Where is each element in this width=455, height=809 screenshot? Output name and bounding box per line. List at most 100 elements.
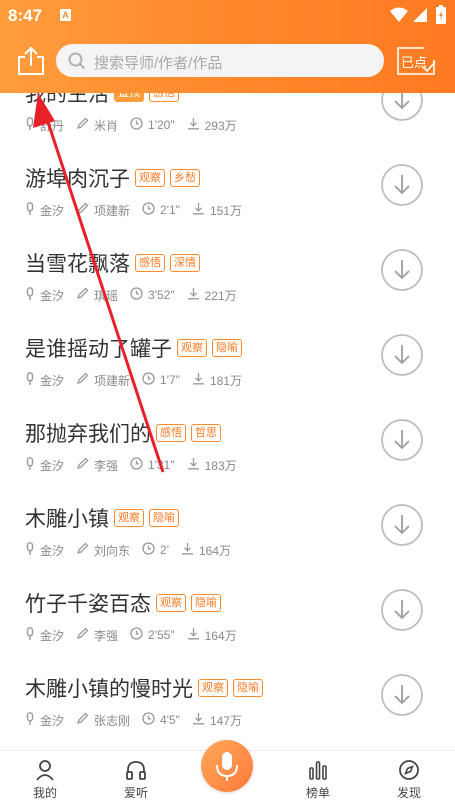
item-title: 当雪花飘落	[25, 253, 130, 276]
item-tag: 隐喻	[233, 679, 263, 697]
notification-icon: A	[60, 9, 71, 21]
list-item[interactable]: 木雕小镇 观察 隐喻 金汐 刘向东 2' 164万	[0, 504, 455, 589]
item-tag: 感悟	[156, 424, 186, 442]
download-button[interactable]	[381, 249, 423, 291]
item-tag: 隐喻	[149, 509, 179, 527]
tab-favorites[interactable]: 爱听	[101, 751, 171, 809]
item-title-row: 是谁摇动了罐子 观察 隐喻	[25, 333, 242, 363]
microphone-icon	[26, 201, 34, 215]
download-icon	[381, 334, 423, 376]
item-title-row: 当雪花飘落 感悟 深情	[25, 248, 200, 278]
item-duration: 1'20"	[148, 118, 175, 132]
item-duration: 2'55"	[148, 628, 175, 642]
item-downloads: 147万	[209, 713, 242, 728]
item-downloads: 183万	[204, 458, 237, 473]
download-icon	[381, 164, 423, 206]
clock-icon	[130, 627, 143, 640]
microphone-icon	[26, 541, 34, 555]
item-meta: 金汐 李强 2'55" 164万	[25, 626, 249, 644]
item-duration: 2'	[160, 543, 169, 557]
download-button[interactable]	[381, 93, 423, 121]
item-meta: 金汐 琪瑶 3'52" 221万	[25, 286, 249, 304]
item-author: 琪瑶	[94, 288, 119, 303]
item-duration: 2'1"	[160, 203, 180, 217]
list-item[interactable]: 游埠肉沉子 观察 乡愁 金汐 项建新 2'1" 151万	[0, 164, 455, 249]
download-icon	[381, 589, 423, 631]
list-item[interactable]: 是谁摇动了罐子 观察 隐喻 金汐 项建新 1'7" 181万	[0, 334, 455, 419]
search-bar[interactable]: 搜索导师/作者/作品	[56, 44, 384, 77]
item-tag: 观察	[156, 594, 186, 612]
item-title: 游埠肉沉子	[25, 168, 130, 191]
download-button[interactable]	[381, 334, 423, 376]
compass-icon	[399, 760, 419, 780]
list-item[interactable]: 木雕小镇的慢时光 观察 隐喻 金汐 张志刚 4'5" 147万	[0, 674, 455, 750]
pen-icon	[76, 712, 89, 725]
chart-bars-icon	[309, 761, 327, 780]
item-author: 项建新	[94, 373, 131, 388]
status-bar: 8:47 A	[0, 0, 455, 30]
item-duration: 1'7"	[160, 373, 180, 387]
download-button[interactable]	[381, 674, 423, 716]
item-title-row: 我的生活 置顶 感悟	[25, 93, 179, 108]
pen-icon	[76, 202, 89, 215]
item-tag: 感悟	[149, 93, 179, 102]
pen-icon	[76, 372, 89, 385]
item-author: 刘向东	[94, 543, 131, 558]
item-tag: 观察	[198, 679, 228, 697]
list-item[interactable]: 我的生活 置顶 感悟 舒丹 米肖 1'20" 293万	[0, 93, 455, 164]
download-icon	[381, 93, 423, 121]
list-item[interactable]: 那抛弃我们的 感悟 哲思 金汐 李强 1'31" 183万	[0, 419, 455, 504]
item-downloads: 151万	[209, 203, 242, 218]
download-button[interactable]	[381, 504, 423, 546]
item-author: 米肖	[94, 118, 119, 133]
clock-icon	[142, 712, 155, 725]
list-item[interactable]: 当雪花飘落 感悟 深情 金汐 琪瑶 3'52" 221万	[0, 249, 455, 334]
pen-icon	[76, 457, 89, 470]
item-narrator: 金汐	[40, 543, 65, 558]
item-downloads: 164万	[204, 628, 237, 643]
download-button[interactable]	[381, 164, 423, 206]
tab-discover[interactable]: 发现	[374, 751, 444, 809]
share-button[interactable]	[14, 44, 48, 78]
download-count-icon	[187, 288, 199, 300]
item-downloads: 181万	[209, 373, 242, 388]
item-narrator: 金汐	[40, 288, 65, 303]
clock-icon	[130, 457, 143, 470]
microphone-icon	[26, 286, 34, 300]
record-button[interactable]	[201, 740, 253, 792]
item-title: 木雕小镇的慢时光	[25, 678, 193, 701]
clock-icon	[142, 372, 155, 385]
checkin-label: 已点	[401, 55, 428, 70]
list-item[interactable]: 竹子千姿百态 观察 隐喻 金汐 李强 2'55" 164万	[0, 589, 455, 674]
item-title-row: 竹子千姿百态 观察 隐喻	[25, 588, 221, 618]
headphones-icon	[126, 761, 146, 780]
search-icon	[68, 52, 86, 70]
item-title-row: 那抛弃我们的 感悟 哲思	[25, 418, 221, 448]
item-title: 木雕小镇	[25, 508, 109, 531]
item-duration: 1'31"	[148, 458, 175, 472]
item-title-row: 木雕小镇的慢时光 观察 隐喻	[25, 673, 263, 703]
download-icon	[381, 249, 423, 291]
signal-icon	[413, 8, 427, 22]
pen-icon	[76, 627, 89, 640]
tab-mine[interactable]: 我的	[10, 751, 80, 809]
download-button[interactable]	[381, 419, 423, 461]
item-tag: 观察	[177, 339, 207, 357]
pen-icon	[76, 117, 89, 130]
pen-icon	[76, 287, 89, 300]
download-count-icon	[182, 543, 193, 555]
item-narrator: 金汐	[40, 458, 65, 473]
download-button[interactable]	[381, 589, 423, 631]
checkin-button[interactable]: 已点	[396, 47, 436, 75]
clock-icon	[130, 117, 143, 130]
tab-label: 榜单	[305, 786, 330, 800]
item-narrator: 金汐	[40, 628, 65, 643]
download-icon	[381, 419, 423, 461]
microphone-icon	[26, 626, 34, 640]
status-time: 8:47	[8, 6, 43, 25]
download-count-icon	[187, 458, 199, 470]
tab-rankings[interactable]: 榜单	[283, 751, 353, 809]
content-list: 我的生活 置顶 感悟 舒丹 米肖 1'20" 293万 游埠肉沉子 观察 乡愁 金汐 项建新 2'1" 1…	[0, 93, 455, 750]
item-title-row: 游埠肉沉子 观察 乡愁	[25, 163, 200, 193]
clock-icon	[142, 542, 155, 555]
